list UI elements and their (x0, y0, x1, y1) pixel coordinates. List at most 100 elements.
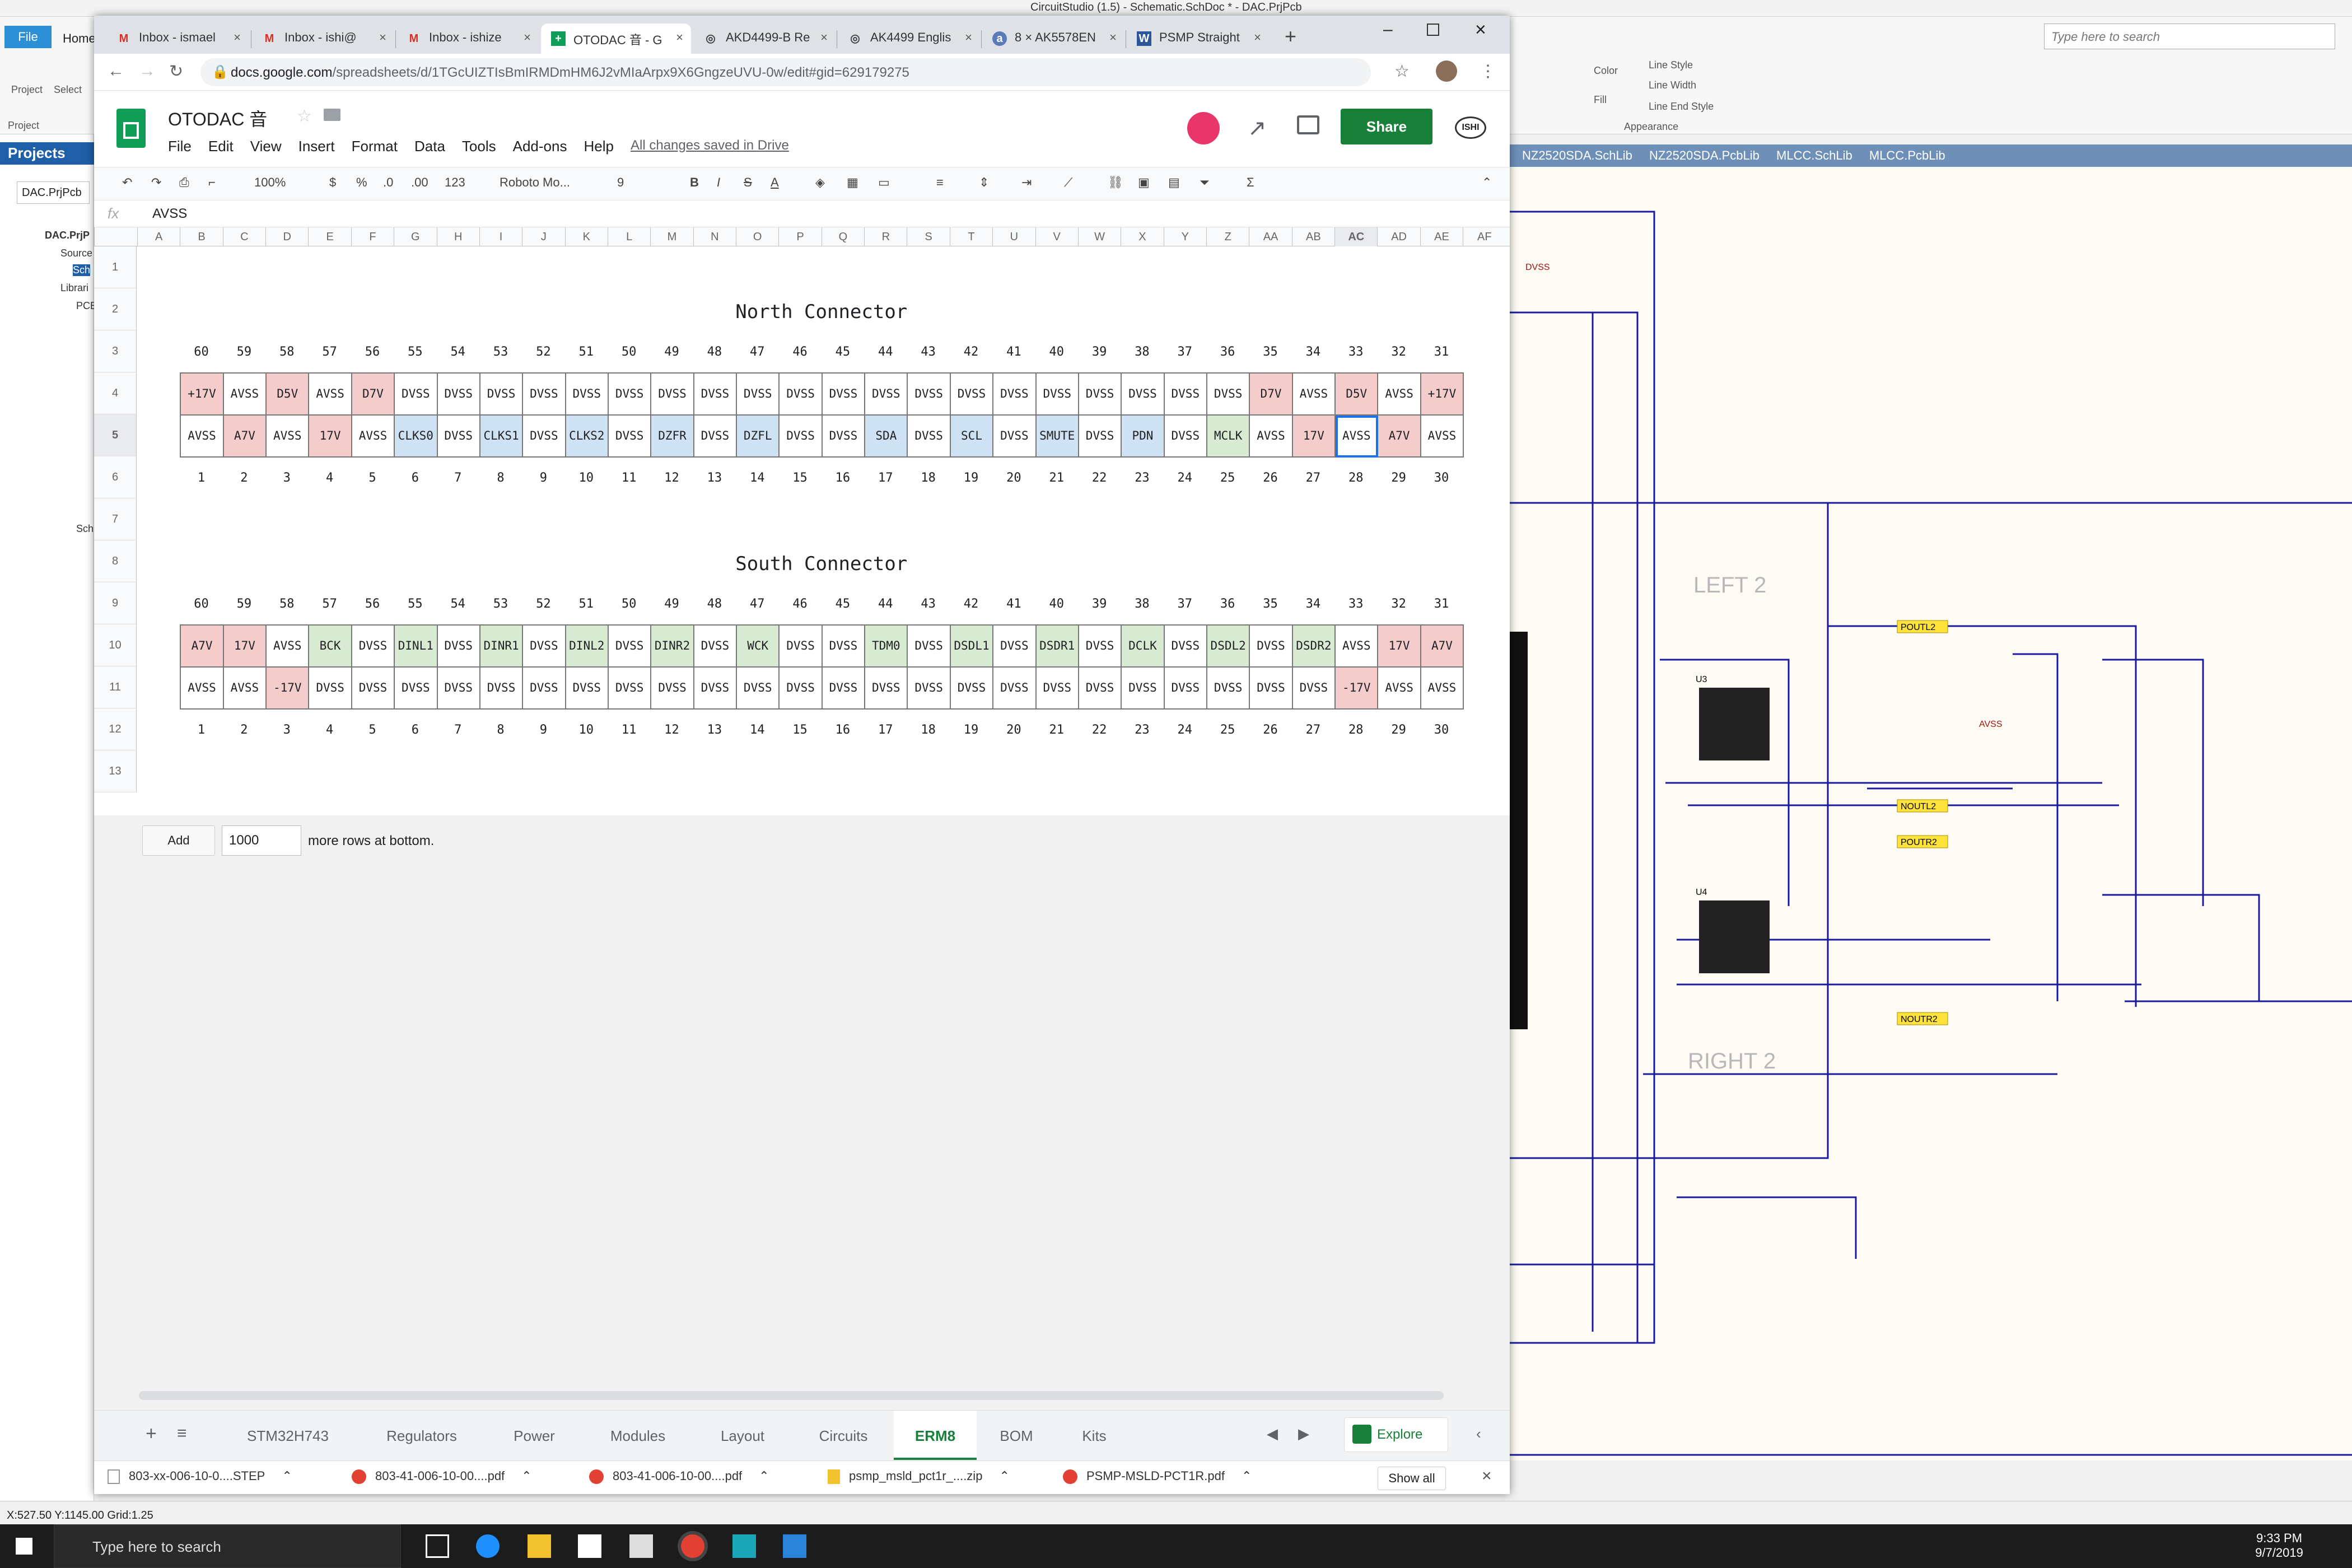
close-icon[interactable]: × (234, 30, 241, 45)
column-header[interactable]: I (479, 227, 522, 246)
pin-number[interactable]: 36 (1206, 345, 1249, 359)
chrome-icon[interactable] (681, 1534, 704, 1558)
pin-number[interactable]: 14 (736, 471, 778, 485)
signal-cell[interactable]: DVSS (352, 626, 395, 668)
signal-cell[interactable]: AVSS (309, 374, 352, 416)
tree-item[interactable]: Librari (60, 282, 88, 294)
pin-number[interactable]: 33 (1334, 345, 1377, 359)
column-header[interactable]: E (308, 227, 351, 246)
pin-number[interactable]: 29 (1377, 723, 1420, 737)
signal-cell[interactable]: -17V (267, 668, 310, 710)
insert-comment-icon[interactable]: ▣ (1138, 175, 1150, 190)
signal-cell[interactable]: DSDL1 (950, 626, 994, 668)
pin-number[interactable]: 34 (1292, 345, 1334, 359)
column-header[interactable]: J (522, 227, 564, 246)
signal-cell[interactable]: DVSS (780, 668, 823, 710)
pin-number[interactable]: 5 (351, 471, 394, 485)
pin-number[interactable]: 38 (1121, 345, 1163, 359)
column-header[interactable]: Y (1163, 227, 1206, 246)
signal-cell[interactable]: DVSS (1250, 626, 1293, 668)
pin-number[interactable]: 58 (265, 597, 308, 611)
comments-icon[interactable] (1297, 115, 1319, 134)
file-explorer-icon[interactable] (528, 1534, 551, 1558)
column-header[interactable]: O (736, 227, 778, 246)
signal-cell[interactable]: DVSS (908, 374, 951, 416)
pin-number[interactable]: 13 (693, 723, 736, 737)
signal-cell[interactable]: DVSS (1207, 374, 1250, 416)
pin-number[interactable]: 56 (351, 597, 394, 611)
close-window-button[interactable]: × (1475, 19, 1486, 41)
signal-cell[interactable]: SDA (865, 416, 908, 458)
pin-number[interactable]: 47 (736, 345, 778, 359)
italic-button[interactable]: I (717, 175, 720, 190)
browser-tab[interactable]: ◎ AK4499 Englis × (838, 24, 980, 54)
column-header[interactable]: Q (821, 227, 864, 246)
tree-item[interactable]: Sch (76, 523, 94, 535)
sheet-tab[interactable]: Circuits (793, 1411, 894, 1460)
bold-button[interactable]: B (690, 175, 699, 190)
decrease-decimal-button[interactable]: .0 (383, 175, 393, 190)
signal-cell[interactable]: AVSS (1378, 668, 1421, 710)
menu-help[interactable]: Help (584, 138, 613, 155)
signal-cell[interactable]: DVSS (1164, 416, 1207, 458)
pin-number[interactable]: 11 (608, 723, 650, 737)
signal-cell[interactable]: DVSS (993, 374, 1037, 416)
row-header[interactable]: 8 (94, 540, 137, 582)
reload-icon[interactable]: ↻ (169, 62, 183, 81)
file-tab[interactable]: File (4, 26, 52, 48)
pin-number[interactable]: 36 (1206, 597, 1249, 611)
pin-number[interactable]: 27 (1292, 471, 1334, 485)
pin-number[interactable]: 55 (394, 597, 436, 611)
schematic-canvas[interactable]: LEFT 2 RIGHT 2 POUTL2 NOUTL2 POUTR2 NOUT… (1509, 167, 2352, 1460)
signal-cell[interactable]: DVSS (694, 374, 738, 416)
row-header[interactable]: 13 (94, 750, 137, 792)
pin-number[interactable]: 3 (265, 471, 308, 485)
minimize-button[interactable]: – (1383, 20, 1393, 39)
signal-cell[interactable]: DVSS (993, 668, 1037, 710)
zoom-select[interactable]: 100% (254, 175, 286, 190)
circuitstudio-search-input[interactable]: Type here to search (2044, 24, 2335, 49)
doc-tab[interactable]: NZ2520SDA.SchLib (1522, 148, 1632, 162)
pin-number[interactable]: 1 (180, 723, 222, 737)
chevron-up-icon[interactable]: ⌃ (759, 1469, 769, 1483)
side-panel-toggle-icon[interactable]: ‹ (1476, 1425, 1481, 1443)
pin-number[interactable]: 4 (308, 723, 351, 737)
pin-number[interactable]: 4 (308, 471, 351, 485)
chevron-up-icon[interactable]: ⌃ (999, 1469, 1009, 1483)
pin-number[interactable]: 26 (1249, 723, 1291, 737)
pin-number[interactable]: 31 (1420, 597, 1463, 611)
pin-number[interactable]: 56 (351, 345, 394, 359)
column-header[interactable]: AF (1463, 227, 1505, 246)
signal-cell[interactable]: A7V (1378, 416, 1421, 458)
column-header[interactable]: AA (1249, 227, 1291, 246)
signal-cell[interactable]: DVSS (780, 416, 823, 458)
menu-data[interactable]: Data (414, 138, 445, 155)
forward-icon[interactable]: → (139, 62, 156, 81)
menu-insert[interactable]: Insert (298, 138, 335, 155)
pin-number[interactable]: 28 (1334, 471, 1377, 485)
signal-cell[interactable]: DINR2 (651, 626, 694, 668)
address-bar[interactable]: 🔒 docs.google.com/spreadsheets/d/1TGcUIZT… (200, 58, 1371, 86)
doc-tab[interactable]: NZ2520SDA.PcbLib (1649, 148, 1760, 162)
pin-number[interactable]: 48 (693, 597, 736, 611)
signal-cell[interactable]: WCK (737, 626, 780, 668)
column-header[interactable]: AD (1377, 227, 1420, 246)
formula-bar[interactable]: fx AVSS (94, 200, 1510, 227)
pin-number[interactable]: 21 (1035, 723, 1078, 737)
tree-item[interactable]: Source (60, 248, 92, 259)
signal-cell[interactable]: DINL2 (566, 626, 609, 668)
pin-number[interactable]: 14 (736, 723, 778, 737)
task-view-icon[interactable] (426, 1534, 449, 1558)
browser-tab[interactable]: M Inbox - ismael × (106, 24, 249, 54)
pin-number[interactable]: 8 (479, 723, 522, 737)
download-item[interactable]: 803-41-006-10-00....pdf ⌃ (352, 1469, 532, 1485)
row-header[interactable]: 9 (94, 582, 137, 624)
signal-cell[interactable]: DVSS (1292, 668, 1336, 710)
pin-number[interactable]: 59 (223, 597, 265, 611)
signal-cell[interactable]: DVSS (737, 374, 780, 416)
signal-cell[interactable]: DVSS (480, 374, 524, 416)
add-rows-count-input[interactable]: 1000 (222, 825, 301, 856)
horizontal-scrollbar[interactable] (139, 1391, 1444, 1400)
ribbon-fill[interactable]: Fill (1594, 94, 1607, 106)
activity-trend-icon[interactable]: ↗ (1248, 115, 1267, 141)
